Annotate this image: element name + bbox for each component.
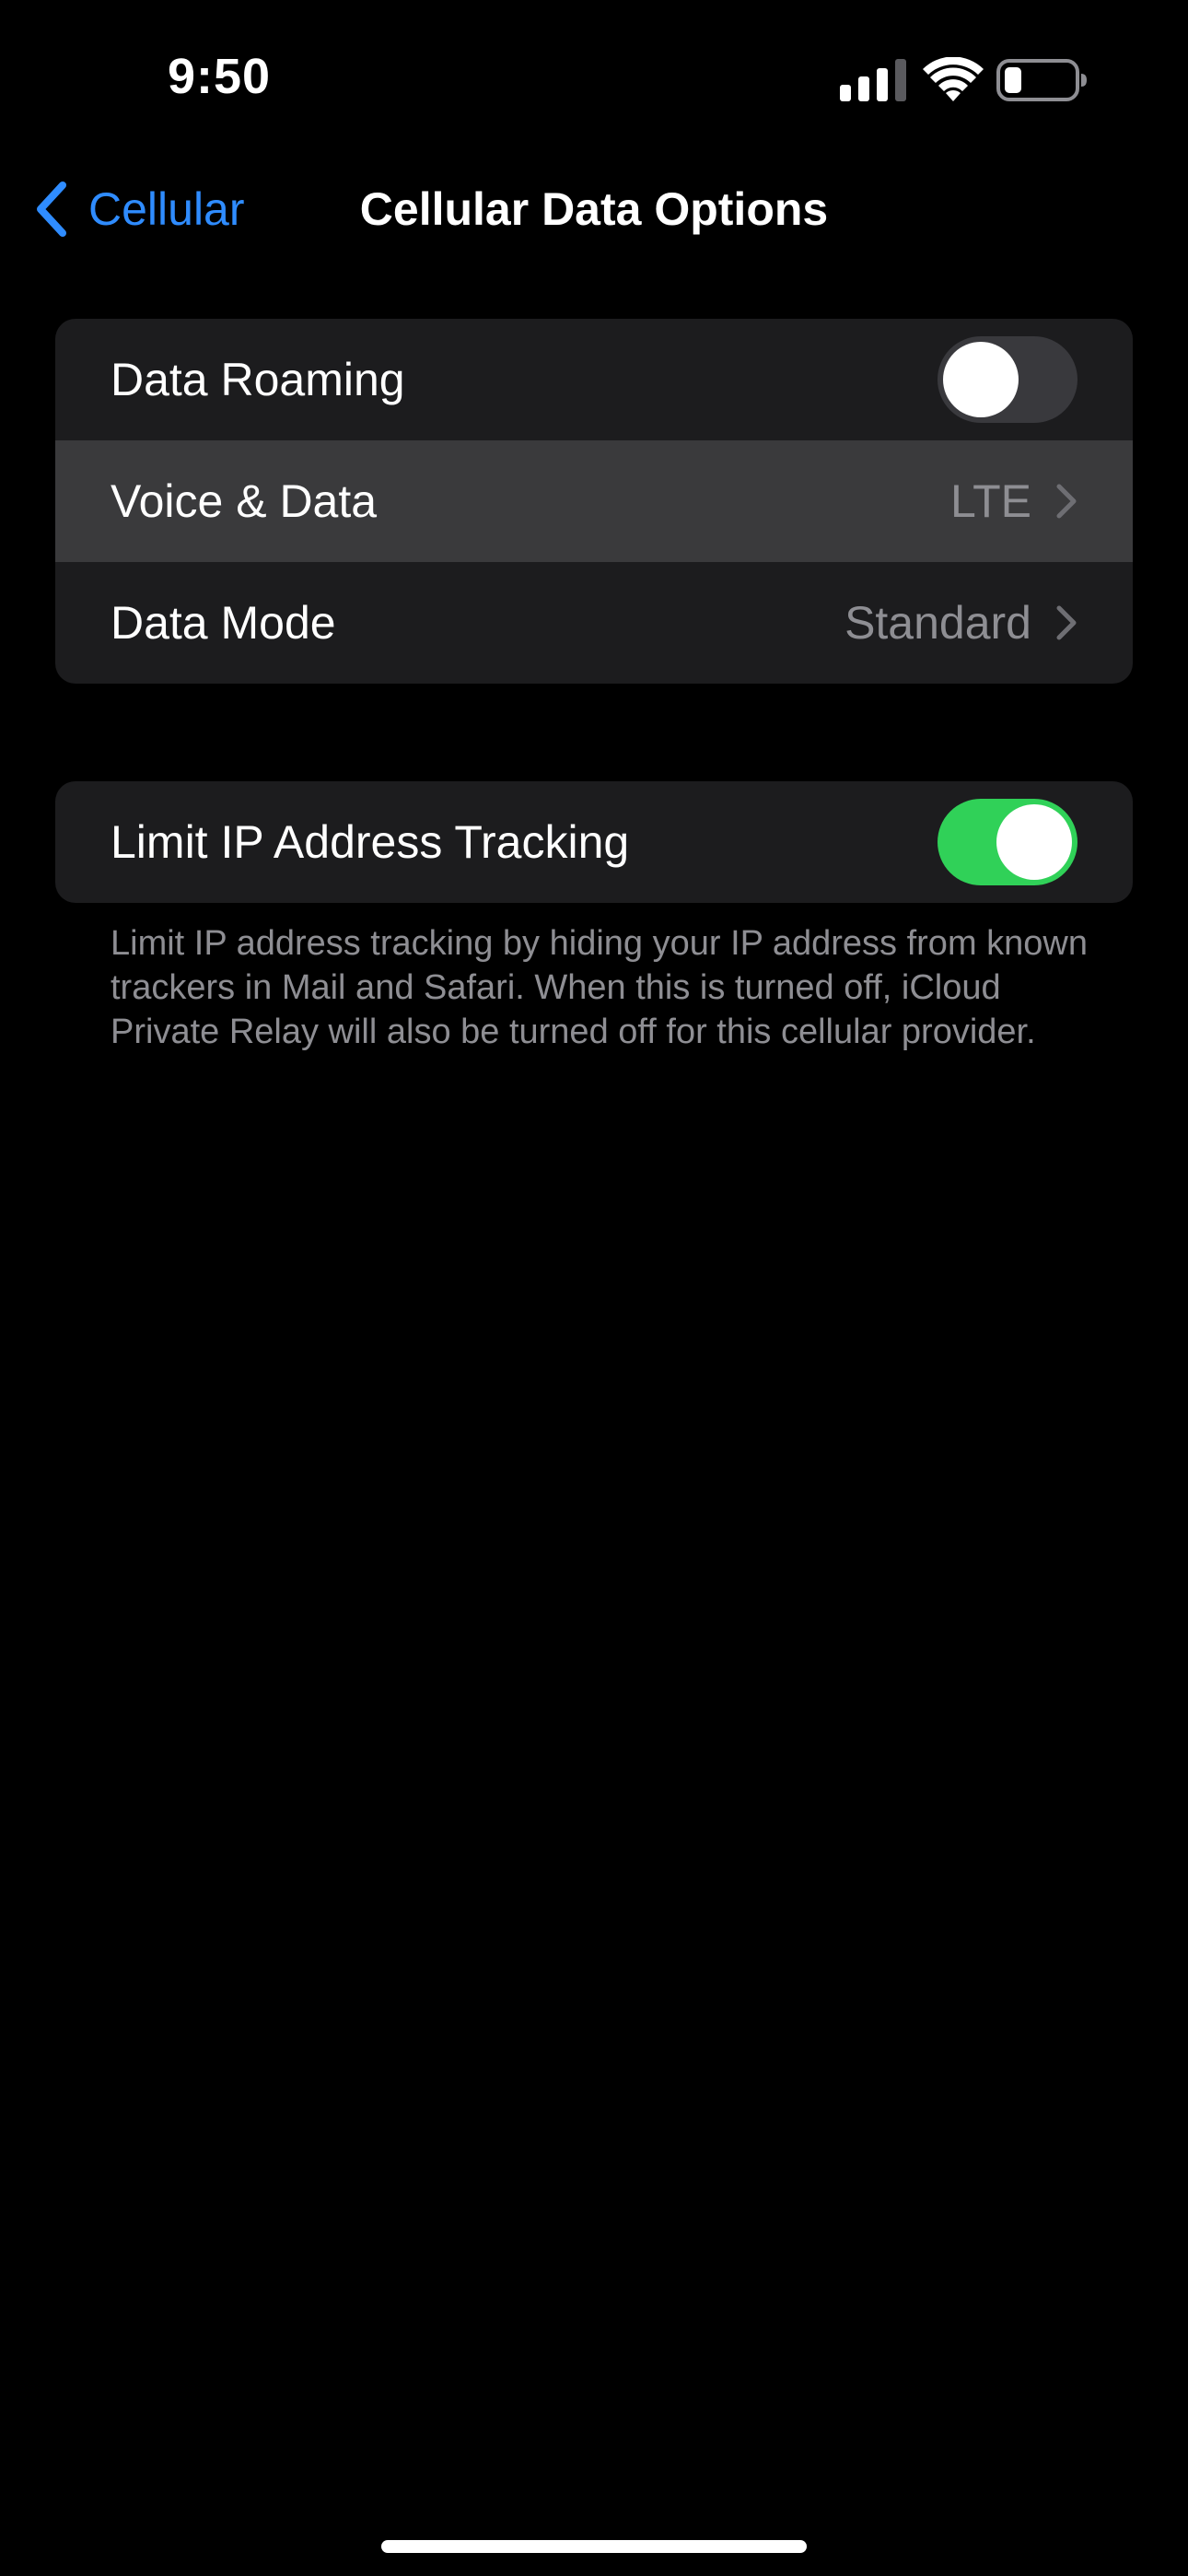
data-roaming-label: Data Roaming <box>111 354 405 405</box>
limit-ip-tracking-description: Limit IP address tracking by hiding your… <box>111 924 1088 1051</box>
wifi-icon <box>923 57 984 101</box>
data-mode-row[interactable]: Data Mode Standard <box>55 562 1133 684</box>
voice-data-row[interactable]: Voice & Data LTE <box>55 440 1133 562</box>
signal-icon <box>840 59 906 101</box>
limit-ip-tracking-label: Limit IP Address Tracking <box>111 816 630 868</box>
data-mode-label: Data Mode <box>111 597 336 649</box>
chevron-right-icon <box>1056 484 1077 519</box>
data-mode-value: Standard <box>844 597 1031 649</box>
page-title: Cellular Data Options <box>359 183 829 235</box>
home-indicator[interactable] <box>381 2540 807 2553</box>
battery-icon <box>996 59 1087 101</box>
voice-data-value: LTE <box>950 475 1031 527</box>
chevron-right-icon <box>1056 605 1077 640</box>
toggle-knob <box>996 804 1072 880</box>
toggle-knob <box>943 342 1019 417</box>
status-bar: 9:50 <box>0 0 1188 157</box>
status-time: 9:50 <box>168 49 272 104</box>
privacy-group: Limit IP Address Tracking <box>55 781 1133 903</box>
limit-ip-tracking-toggle[interactable] <box>938 799 1077 885</box>
voice-data-label: Voice & Data <box>111 475 378 527</box>
limit-ip-tracking-row: Limit IP Address Tracking <box>55 781 1133 903</box>
data-roaming-row: Data Roaming <box>55 319 1133 440</box>
data-roaming-toggle[interactable] <box>938 336 1077 423</box>
cellular-options-group: Data Roaming Voice & Data LTE Data Mode … <box>55 319 1133 684</box>
